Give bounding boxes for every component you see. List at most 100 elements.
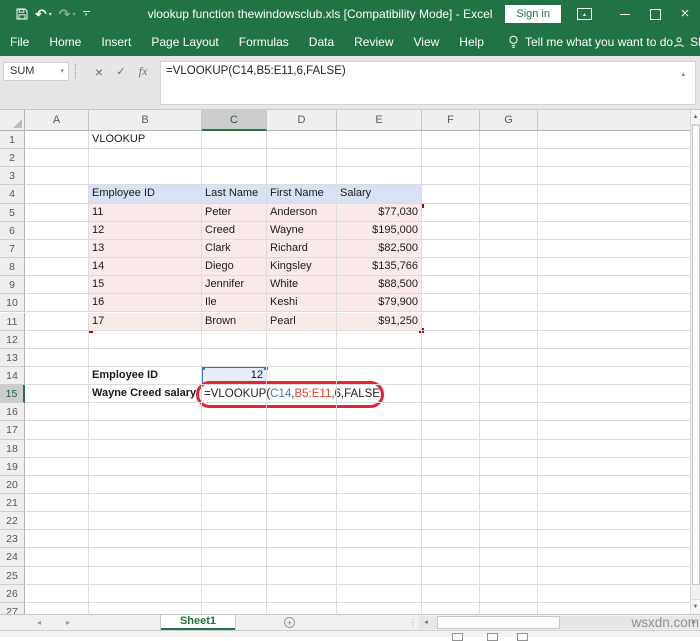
cell-blank-23[interactable] xyxy=(538,530,690,548)
previous-sheet-icon[interactable]: ◂ xyxy=(37,615,41,630)
cell-A9[interactable] xyxy=(25,276,89,294)
cell-C26[interactable] xyxy=(202,585,267,603)
cell-A25[interactable] xyxy=(25,567,89,585)
cell-B19[interactable] xyxy=(89,458,202,476)
cell-C12[interactable] xyxy=(202,331,267,349)
cell-E1[interactable] xyxy=(337,131,422,149)
row-header-21[interactable]: 21 xyxy=(0,494,25,512)
row-header-11[interactable]: 11 xyxy=(0,313,25,331)
cell-C23[interactable] xyxy=(202,530,267,548)
cell-E25[interactable] xyxy=(337,567,422,585)
enter-entry-button[interactable]: ✓ xyxy=(110,65,132,78)
cell-F23[interactable] xyxy=(422,530,480,548)
cell-D11[interactable]: Pearl xyxy=(267,313,337,331)
cell-F1[interactable] xyxy=(422,131,480,149)
row-header-2[interactable]: 2 xyxy=(0,149,25,167)
row-header-8[interactable]: 8 xyxy=(0,258,25,276)
cell-D18[interactable] xyxy=(267,440,337,458)
cell-B9[interactable]: 15 xyxy=(89,276,202,294)
column-header-C[interactable]: C xyxy=(202,110,267,131)
cell-G26[interactable] xyxy=(480,585,538,603)
cell-blank-27[interactable] xyxy=(538,603,690,614)
tab-data[interactable]: Data xyxy=(299,28,344,56)
cell-C14[interactable] xyxy=(202,367,267,385)
cell-C7[interactable]: Clark xyxy=(202,240,267,258)
cell-B4[interactable]: Employee ID xyxy=(89,185,202,203)
cell-blank-3[interactable] xyxy=(538,167,690,185)
cell-A16[interactable] xyxy=(25,403,89,421)
row-header-27[interactable]: 27 xyxy=(0,603,25,614)
cell-D3[interactable] xyxy=(267,167,337,185)
cell-A10[interactable] xyxy=(25,294,89,312)
cell-F8[interactable] xyxy=(422,258,480,276)
cell-A22[interactable] xyxy=(25,512,89,530)
cell-B12[interactable] xyxy=(89,331,202,349)
cell-G13[interactable] xyxy=(480,349,538,367)
cell-A17[interactable] xyxy=(25,421,89,439)
cell-D13[interactable] xyxy=(267,349,337,367)
cell-E13[interactable] xyxy=(337,349,422,367)
cell-C11[interactable]: Brown xyxy=(202,313,267,331)
cell-blank-22[interactable] xyxy=(538,512,690,530)
scroll-down-icon[interactable]: ▼ xyxy=(691,599,700,614)
cell-A8[interactable] xyxy=(25,258,89,276)
cell-E14[interactable] xyxy=(337,367,422,385)
cell-F9[interactable] xyxy=(422,276,480,294)
cell-G23[interactable] xyxy=(480,530,538,548)
cell-D12[interactable] xyxy=(267,331,337,349)
cell-D2[interactable] xyxy=(267,149,337,167)
cell-E2[interactable] xyxy=(337,149,422,167)
undo-button[interactable]: ↶▾ xyxy=(35,0,52,28)
cell-E10[interactable]: $79,900 xyxy=(337,294,422,312)
cell-A1[interactable] xyxy=(25,131,89,149)
cell-G27[interactable] xyxy=(480,603,538,614)
cell-blank-12[interactable] xyxy=(538,331,690,349)
cell-D7[interactable]: Richard xyxy=(267,240,337,258)
cell-A14[interactable] xyxy=(25,367,89,385)
cell-E26[interactable] xyxy=(337,585,422,603)
column-header-A[interactable]: A xyxy=(25,110,89,131)
tell-me-box[interactable]: Tell me what you want to do xyxy=(508,35,673,49)
cell-A23[interactable] xyxy=(25,530,89,548)
cell-E4[interactable]: Salary xyxy=(337,185,422,203)
select-all-corner[interactable] xyxy=(0,110,25,131)
cell-B5[interactable]: 11 xyxy=(89,204,202,222)
cell-blank-19[interactable] xyxy=(538,458,690,476)
cell-blank-5[interactable] xyxy=(538,204,690,222)
cell-G24[interactable] xyxy=(480,548,538,566)
row-header-23[interactable]: 23 xyxy=(0,530,25,548)
cell-G1[interactable] xyxy=(480,131,538,149)
cell-F17[interactable] xyxy=(422,421,480,439)
cell-B20[interactable] xyxy=(89,476,202,494)
cell-E9[interactable]: $88,500 xyxy=(337,276,422,294)
cell-D19[interactable] xyxy=(267,458,337,476)
cell-A19[interactable] xyxy=(25,458,89,476)
cell-G4[interactable] xyxy=(480,185,538,203)
cell-blank-11[interactable] xyxy=(538,313,690,331)
cell-G14[interactable] xyxy=(480,367,538,385)
cell-C22[interactable] xyxy=(202,512,267,530)
row-header-10[interactable]: 10 xyxy=(0,294,25,312)
cell-E21[interactable] xyxy=(337,494,422,512)
cell-G8[interactable] xyxy=(480,258,538,276)
name-box-dropdown-icon[interactable]: ▾ xyxy=(60,63,64,80)
cell-F27[interactable] xyxy=(422,603,480,614)
cell-E15[interactable] xyxy=(337,385,422,403)
row-header-26[interactable]: 26 xyxy=(0,585,25,603)
row-header-4[interactable]: 4 xyxy=(0,185,25,203)
row-header-6[interactable]: 6 xyxy=(0,222,25,240)
row-header-5[interactable]: 5 xyxy=(0,204,25,222)
redo-button[interactable]: ↷▾ xyxy=(59,0,76,28)
cell-B11[interactable]: 17 xyxy=(89,313,202,331)
row-header-25[interactable]: 25 xyxy=(0,567,25,585)
cell-B7[interactable]: 13 xyxy=(89,240,202,258)
row-header-3[interactable]: 3 xyxy=(0,167,25,185)
cell-blank-8[interactable] xyxy=(538,258,690,276)
share-button[interactable]: Share xyxy=(673,35,700,49)
row-header-17[interactable]: 17 xyxy=(0,421,25,439)
cell-A15[interactable] xyxy=(25,385,89,403)
row-header-13[interactable]: 13 xyxy=(0,349,25,367)
cell-blank-1[interactable] xyxy=(538,131,690,149)
cancel-entry-button[interactable]: × xyxy=(88,64,110,80)
tab-review[interactable]: Review xyxy=(344,28,403,56)
